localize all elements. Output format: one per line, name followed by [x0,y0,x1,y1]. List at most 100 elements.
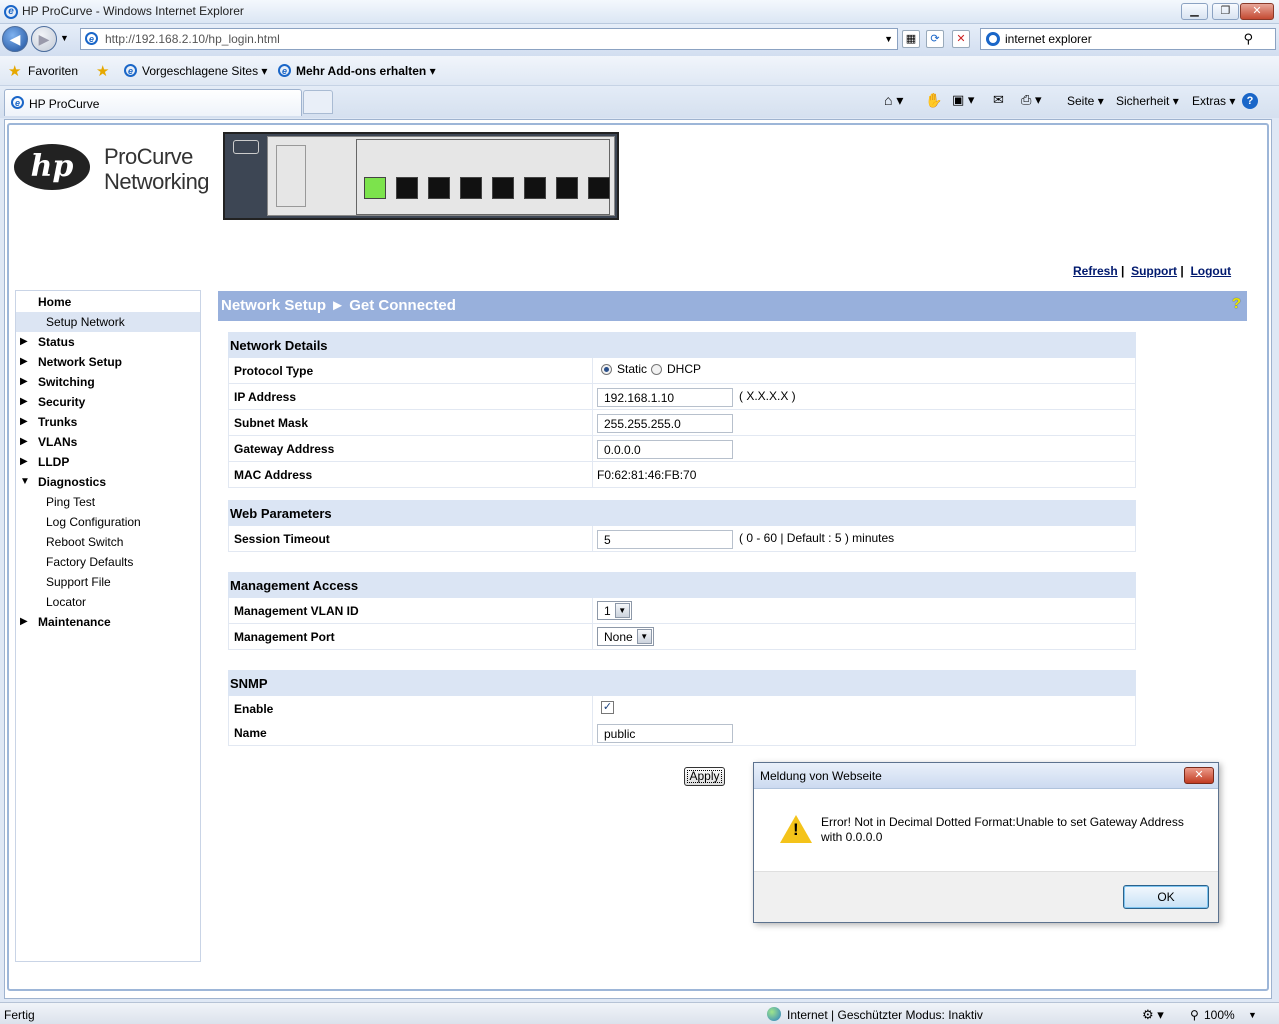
snmp-name-input[interactable]: public [597,724,733,743]
ip-format-hint: ( X.X.X.X ) [739,389,796,403]
protected-mode-icon[interactable]: ⚙ ▾ [1142,1007,1164,1023]
extras-menu[interactable]: Extras ▾ [1192,94,1235,108]
sidebar-item-maintenance[interactable]: Maintenance [38,615,111,629]
minimize-button[interactable]: ▁ [1181,3,1208,20]
hand-icon[interactable]: ✋ [925,92,942,109]
management-port-select[interactable]: None ▼ [597,627,654,646]
compatibility-icon[interactable]: ▦ [902,30,920,48]
sidebar-item-log-configuration[interactable]: Log Configuration [46,515,141,529]
dhcp-radio[interactable] [651,364,662,375]
zoom-level[interactable]: 100% [1204,1008,1235,1022]
apply-button[interactable]: Apply [684,767,725,786]
ip-address-input[interactable]: 192.168.1.10 [597,388,733,407]
alert-dialog: Meldung von Webseite ✕ ! Error! Not in D… [753,762,1219,923]
management-vlan-select[interactable]: 1 ▼ [597,601,632,620]
ok-button[interactable]: OK [1123,885,1209,909]
refresh-link[interactable]: Refresh [1073,264,1118,278]
section-title: Network Details [228,332,1136,358]
expand-trunks-icon[interactable]: ▶ [20,416,28,427]
addons-link[interactable]: Mehr Add-ons erhalten ▾ [296,64,436,78]
sidebar-item-setup-network[interactable]: Setup Network [46,315,125,329]
search-box[interactable]: internet explorer ⚲ [980,28,1276,50]
switch-front-panel [267,136,615,216]
expand-security-icon[interactable]: ▶ [20,396,28,407]
search-icon[interactable]: ⚲ [1243,31,1253,47]
print-icon[interactable]: ⎙ ▾ [1021,92,1042,108]
zoom-dropdown-icon[interactable]: ▼ [1248,1010,1257,1020]
zoom-icon[interactable]: ⚲ [1190,1008,1199,1022]
sidebar-item-locator[interactable]: Locator [46,595,86,609]
gateway-address-input[interactable]: 0.0.0.0 [597,440,733,459]
security-menu[interactable]: Sicherheit ▾ [1116,94,1179,108]
expand-switching-icon[interactable]: ▶ [20,376,28,387]
status-bar: Fertig Internet | Geschützter Modus: Ina… [0,1002,1279,1024]
collapse-diagnostics-icon[interactable]: ▼ [20,476,30,487]
favorites-bar: ★ Favoriten ★ e Vorgeschlagene Sites ▾ e… [0,56,1279,86]
subnet-mask-input[interactable]: 255.255.255.0 [597,414,733,433]
add-favorites-icon[interactable]: ★ [96,62,109,80]
page-menu[interactable]: Seite ▾ [1067,94,1104,108]
back-button[interactable]: ◀ [2,26,28,52]
sidebar-item-ping-test[interactable]: Ping Test [46,495,95,509]
snmp-enable-checkbox[interactable]: ✓ [601,701,614,714]
refresh-icon[interactable]: ⟳ [926,30,944,48]
dialog-close-button[interactable]: ✕ [1184,767,1214,784]
management-vlan-row: Management VLAN ID 1 ▼ [228,598,1136,624]
content-header: Network Setup ► Get Connected ? [218,291,1247,321]
sidebar-item-diagnostics[interactable]: Diagnostics [38,475,106,489]
home-icon[interactable]: ⌂ ▾ [884,92,903,109]
address-url[interactable]: http://192.168.2.10/hp_login.html [105,32,280,46]
sidebar-item-status[interactable]: Status [38,335,75,349]
expand-maintenance-icon[interactable]: ▶ [20,616,28,627]
mail-icon[interactable]: ✉ [993,92,1004,108]
window-title: HP ProCurve - Windows Internet Explorer [22,4,244,18]
sidebar-item-home[interactable]: Home [38,295,71,309]
address-dropdown-icon[interactable]: ▼ [884,34,893,44]
expand-lldp-icon[interactable]: ▶ [20,456,28,467]
top-links: Refresh | Support | Logout [1073,264,1232,278]
forward-button[interactable]: ▶ [31,26,57,52]
sidebar-item-switching[interactable]: Switching [38,375,95,389]
expand-vlans-icon[interactable]: ▶ [20,436,28,447]
sidebar-item-vlans[interactable]: VLANs [38,435,77,449]
tab-hp-procurve[interactable]: e HP ProCurve [4,89,302,116]
gateway-address-row: Gateway Address 0.0.0.0 [228,436,1136,462]
sidebar-item-network-setup[interactable]: Network Setup [38,355,122,369]
maximize-button[interactable]: ❐ [1212,3,1239,20]
expand-status-icon[interactable]: ▶ [20,336,28,347]
security-zone-text[interactable]: Internet | Geschützter Modus: Inaktiv [787,1008,983,1022]
static-radio[interactable] [601,364,612,375]
dialog-title: Meldung von Webseite [760,769,882,783]
search-query[interactable]: internet explorer [1005,32,1092,46]
sidebar-item-trunks[interactable]: Trunks [38,415,77,429]
logout-link[interactable]: Logout [1190,264,1231,278]
management-port-row: Management Port None ▼ [228,624,1136,650]
help-question-icon[interactable]: ? [1232,295,1241,312]
port-2-icon [396,177,418,199]
expand-network-setup-icon[interactable]: ▶ [20,356,28,367]
sidebar-item-reboot-switch[interactable]: Reboot Switch [46,535,123,549]
favorites-button[interactable]: Favoriten [28,64,78,78]
static-label: Static [617,362,648,376]
sidebar-item-security[interactable]: Security [38,395,85,409]
section-title: Web Parameters [228,500,1136,526]
history-dropdown-icon[interactable]: ▼ [60,33,69,43]
help-icon[interactable]: ? [1242,93,1258,109]
stop-icon[interactable]: ✕ [952,30,970,48]
sidebar-item-lldp[interactable]: LLDP [38,455,69,469]
status-text: Fertig [4,1008,35,1022]
timeout-hint: ( 0 - 60 | Default : 5 ) minutes [739,531,895,545]
close-window-button[interactable]: ✕ [1240,3,1274,20]
feeds-icon[interactable]: ▣ ▾ [952,92,974,108]
bing-icon [986,32,1000,46]
session-timeout-row: Session Timeout 5 ( 0 - 60 | Default : 5… [228,526,1136,552]
sidebar-item-factory-defaults[interactable]: Factory Defaults [46,555,133,569]
session-timeout-input[interactable]: 5 [597,530,733,549]
new-tab-button[interactable] [303,90,333,114]
suggested-sites-link[interactable]: Vorgeschlagene Sites ▾ [142,64,267,78]
support-link[interactable]: Support [1131,264,1177,278]
tab-icon: e [11,96,24,109]
address-bar[interactable]: e http://192.168.2.10/hp_login.html ▼ [80,28,898,50]
sidebar-item-support-file[interactable]: Support File [46,575,111,589]
brand-title: ProCurve Networking [104,144,210,194]
